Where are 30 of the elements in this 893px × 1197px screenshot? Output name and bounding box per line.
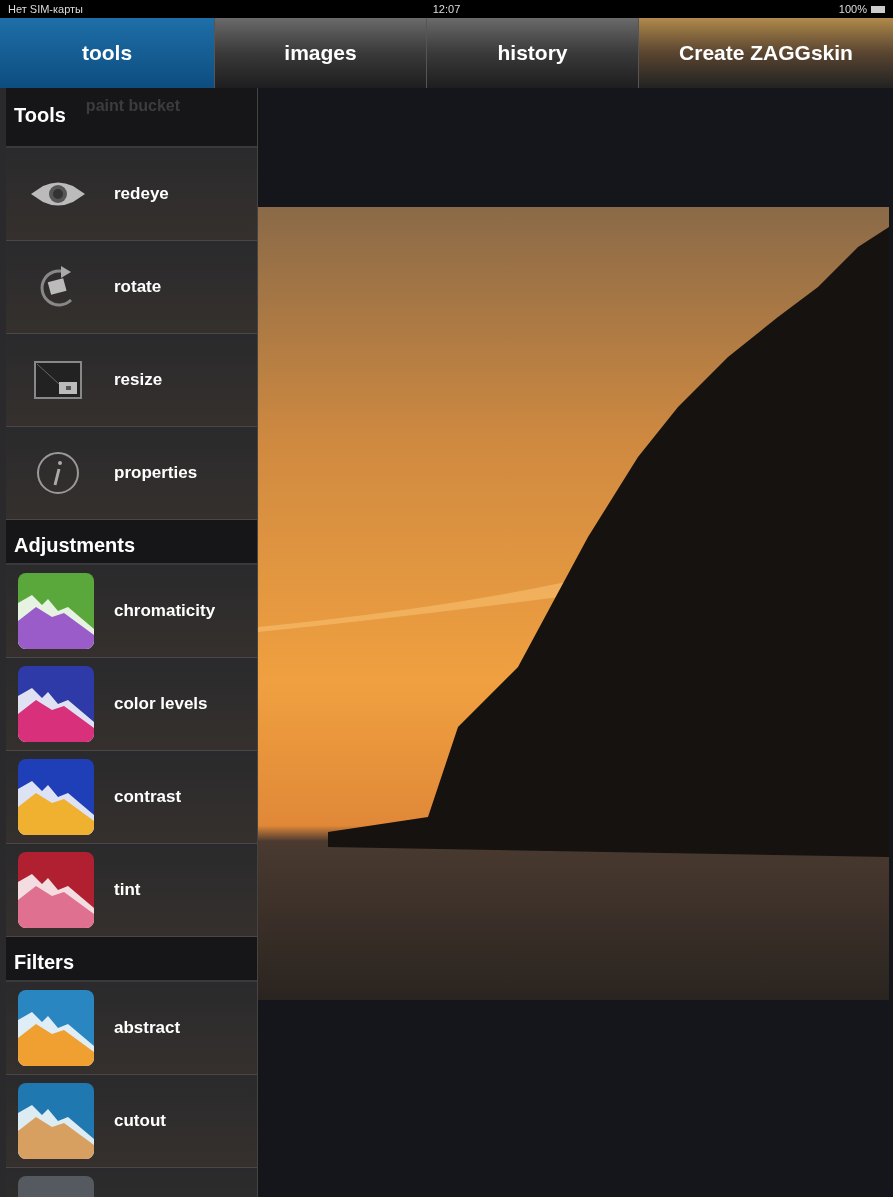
section-title: Tools [13,103,66,128]
tool-label: rotate [114,276,162,299]
create-skin-button[interactable]: Create ZAGGskin [639,18,893,88]
mountain-thumbnail-icon [18,990,94,1066]
battery-icon [871,5,885,13]
eye-icon [29,181,87,207]
tool-label: resize [114,369,163,392]
tool-label: color levels [114,693,208,716]
tool-label: abstract [114,1017,181,1040]
section-title: Adjustments [13,532,136,558]
time-text: 12:07 [432,1,461,17]
tool-label: properties [114,462,198,485]
mountain-thumbnail-icon [18,1083,94,1159]
section-title: Filters [13,949,75,975]
tool-label: chromaticity [114,600,216,623]
tab[interactable]: images [215,18,427,88]
tool-label: contrast [114,786,182,809]
mountain-thumbnail-icon [18,573,94,649]
tool-label: redeye [114,183,169,206]
tab[interactable]: tools [0,18,215,88]
tool-label: tint [114,879,141,902]
info-icon [35,450,81,496]
battery-text: 100% [838,1,867,17]
resize-icon [33,360,83,400]
carrier-text: Нет SIM-карты [8,1,84,17]
mountain-thumbnail-icon [18,759,94,835]
tab[interactable]: history [427,18,639,88]
tool-label: cutout [114,1110,166,1133]
mountain-thumbnail-icon [18,852,94,928]
mountain-thumbnail-icon [18,666,94,742]
